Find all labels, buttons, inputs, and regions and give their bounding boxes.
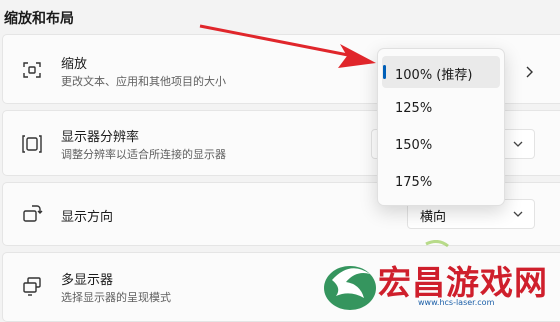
watermark-url: www.hcs-laser.com (418, 298, 495, 307)
watermark-text: 宏昌游戏网 (378, 263, 548, 302)
